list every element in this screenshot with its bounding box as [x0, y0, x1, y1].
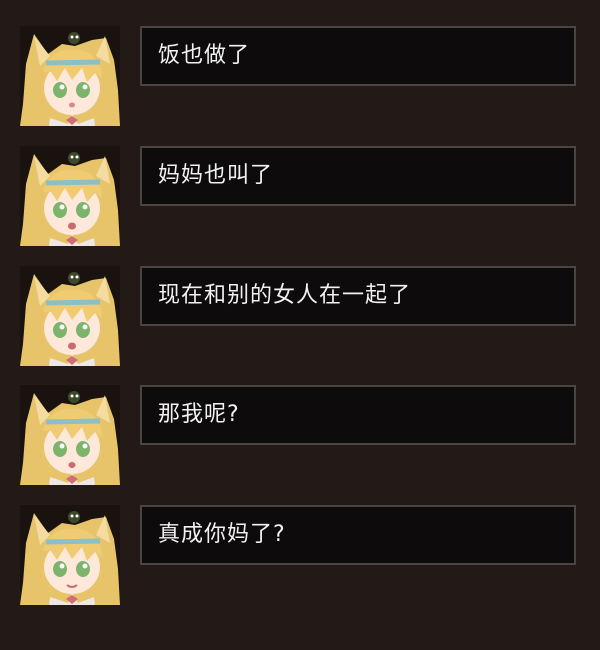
message-bubble[interactable]: 饭也做了	[140, 26, 576, 86]
message-row: 妈妈也叫了	[0, 146, 600, 246]
fox-girl-avatar-icon[interactable]	[20, 26, 120, 126]
message-row: 现在和别的女人在一起了	[0, 266, 600, 366]
message-text: 真成你妈了?	[158, 522, 286, 547]
message-text: 妈妈也叫了	[158, 163, 274, 188]
fox-girl-avatar-icon[interactable]	[20, 505, 120, 605]
message-row: 那我呢?	[0, 385, 600, 485]
message-bubble[interactable]: 那我呢?	[140, 385, 576, 445]
message-row: 饭也做了	[0, 26, 600, 126]
fox-girl-avatar-icon[interactable]	[20, 146, 120, 246]
fox-girl-avatar-icon[interactable]	[20, 385, 120, 485]
message-row: 真成你妈了?	[0, 505, 600, 605]
message-text: 饭也做了	[158, 43, 251, 68]
message-text: 那我呢?	[158, 402, 240, 427]
message-bubble[interactable]: 妈妈也叫了	[140, 146, 576, 206]
message-bubble[interactable]: 真成你妈了?	[140, 505, 576, 565]
chat-thread: 饭也做了 妈妈也叫了 现在和别的女人在一起了 那我呢? 真成你妈了?	[0, 0, 600, 650]
message-text: 现在和别的女人在一起了	[158, 283, 412, 308]
fox-girl-avatar-icon[interactable]	[20, 266, 120, 366]
message-bubble[interactable]: 现在和别的女人在一起了	[140, 266, 576, 326]
